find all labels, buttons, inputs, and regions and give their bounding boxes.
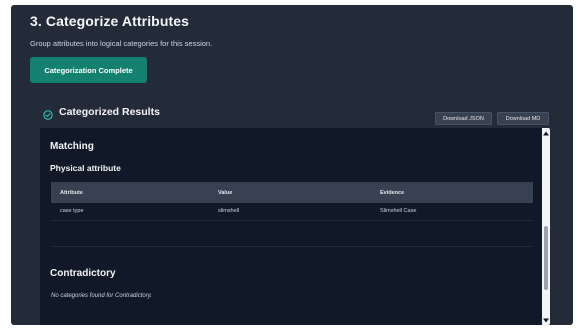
download-json-button[interactable]: Download JSON xyxy=(435,112,492,125)
categorization-complete-button[interactable]: Categorization Complete xyxy=(30,57,147,83)
section-title: 3. Categorize Attributes xyxy=(30,13,190,29)
check-circle-icon xyxy=(43,107,53,120)
matching-title: Matching xyxy=(50,141,94,152)
cell-attribute: case type xyxy=(51,203,209,221)
section-description: Group attributes into logical categories… xyxy=(30,39,213,48)
category-physical-attribute: Physical attribute xyxy=(50,163,121,173)
results-scroll-area[interactable]: Matching Physical attribute Attribute Va… xyxy=(40,128,550,325)
section-divider xyxy=(51,246,533,247)
contradictory-empty-message: No categories found for Contradictory. xyxy=(51,293,152,299)
results-header: Categorized Results xyxy=(43,106,160,120)
table-header-row: Attribute Value Evidence xyxy=(51,182,533,203)
table-row: case type slimshell Slimshell Case xyxy=(51,203,533,221)
scroll-down-arrow-icon[interactable] xyxy=(542,316,550,324)
attributes-table: Attribute Value Evidence case type slims… xyxy=(51,182,533,221)
scrollbar-thumb[interactable] xyxy=(544,226,548,290)
vertical-scrollbar[interactable] xyxy=(542,128,550,325)
download-md-button[interactable]: Download MD xyxy=(497,112,549,125)
scroll-up-arrow-icon[interactable] xyxy=(542,129,550,137)
cell-value: slimshell xyxy=(209,203,371,221)
cell-evidence: Slimshell Case xyxy=(371,203,533,221)
column-header-attribute: Attribute xyxy=(51,182,209,203)
results-title: Categorized Results xyxy=(59,106,160,118)
column-header-value: Value xyxy=(209,182,371,203)
column-header-evidence: Evidence xyxy=(371,182,533,203)
categorize-panel: 3. Categorize Attributes Group attribute… xyxy=(11,5,573,325)
contradictory-title: Contradictory xyxy=(50,268,116,279)
